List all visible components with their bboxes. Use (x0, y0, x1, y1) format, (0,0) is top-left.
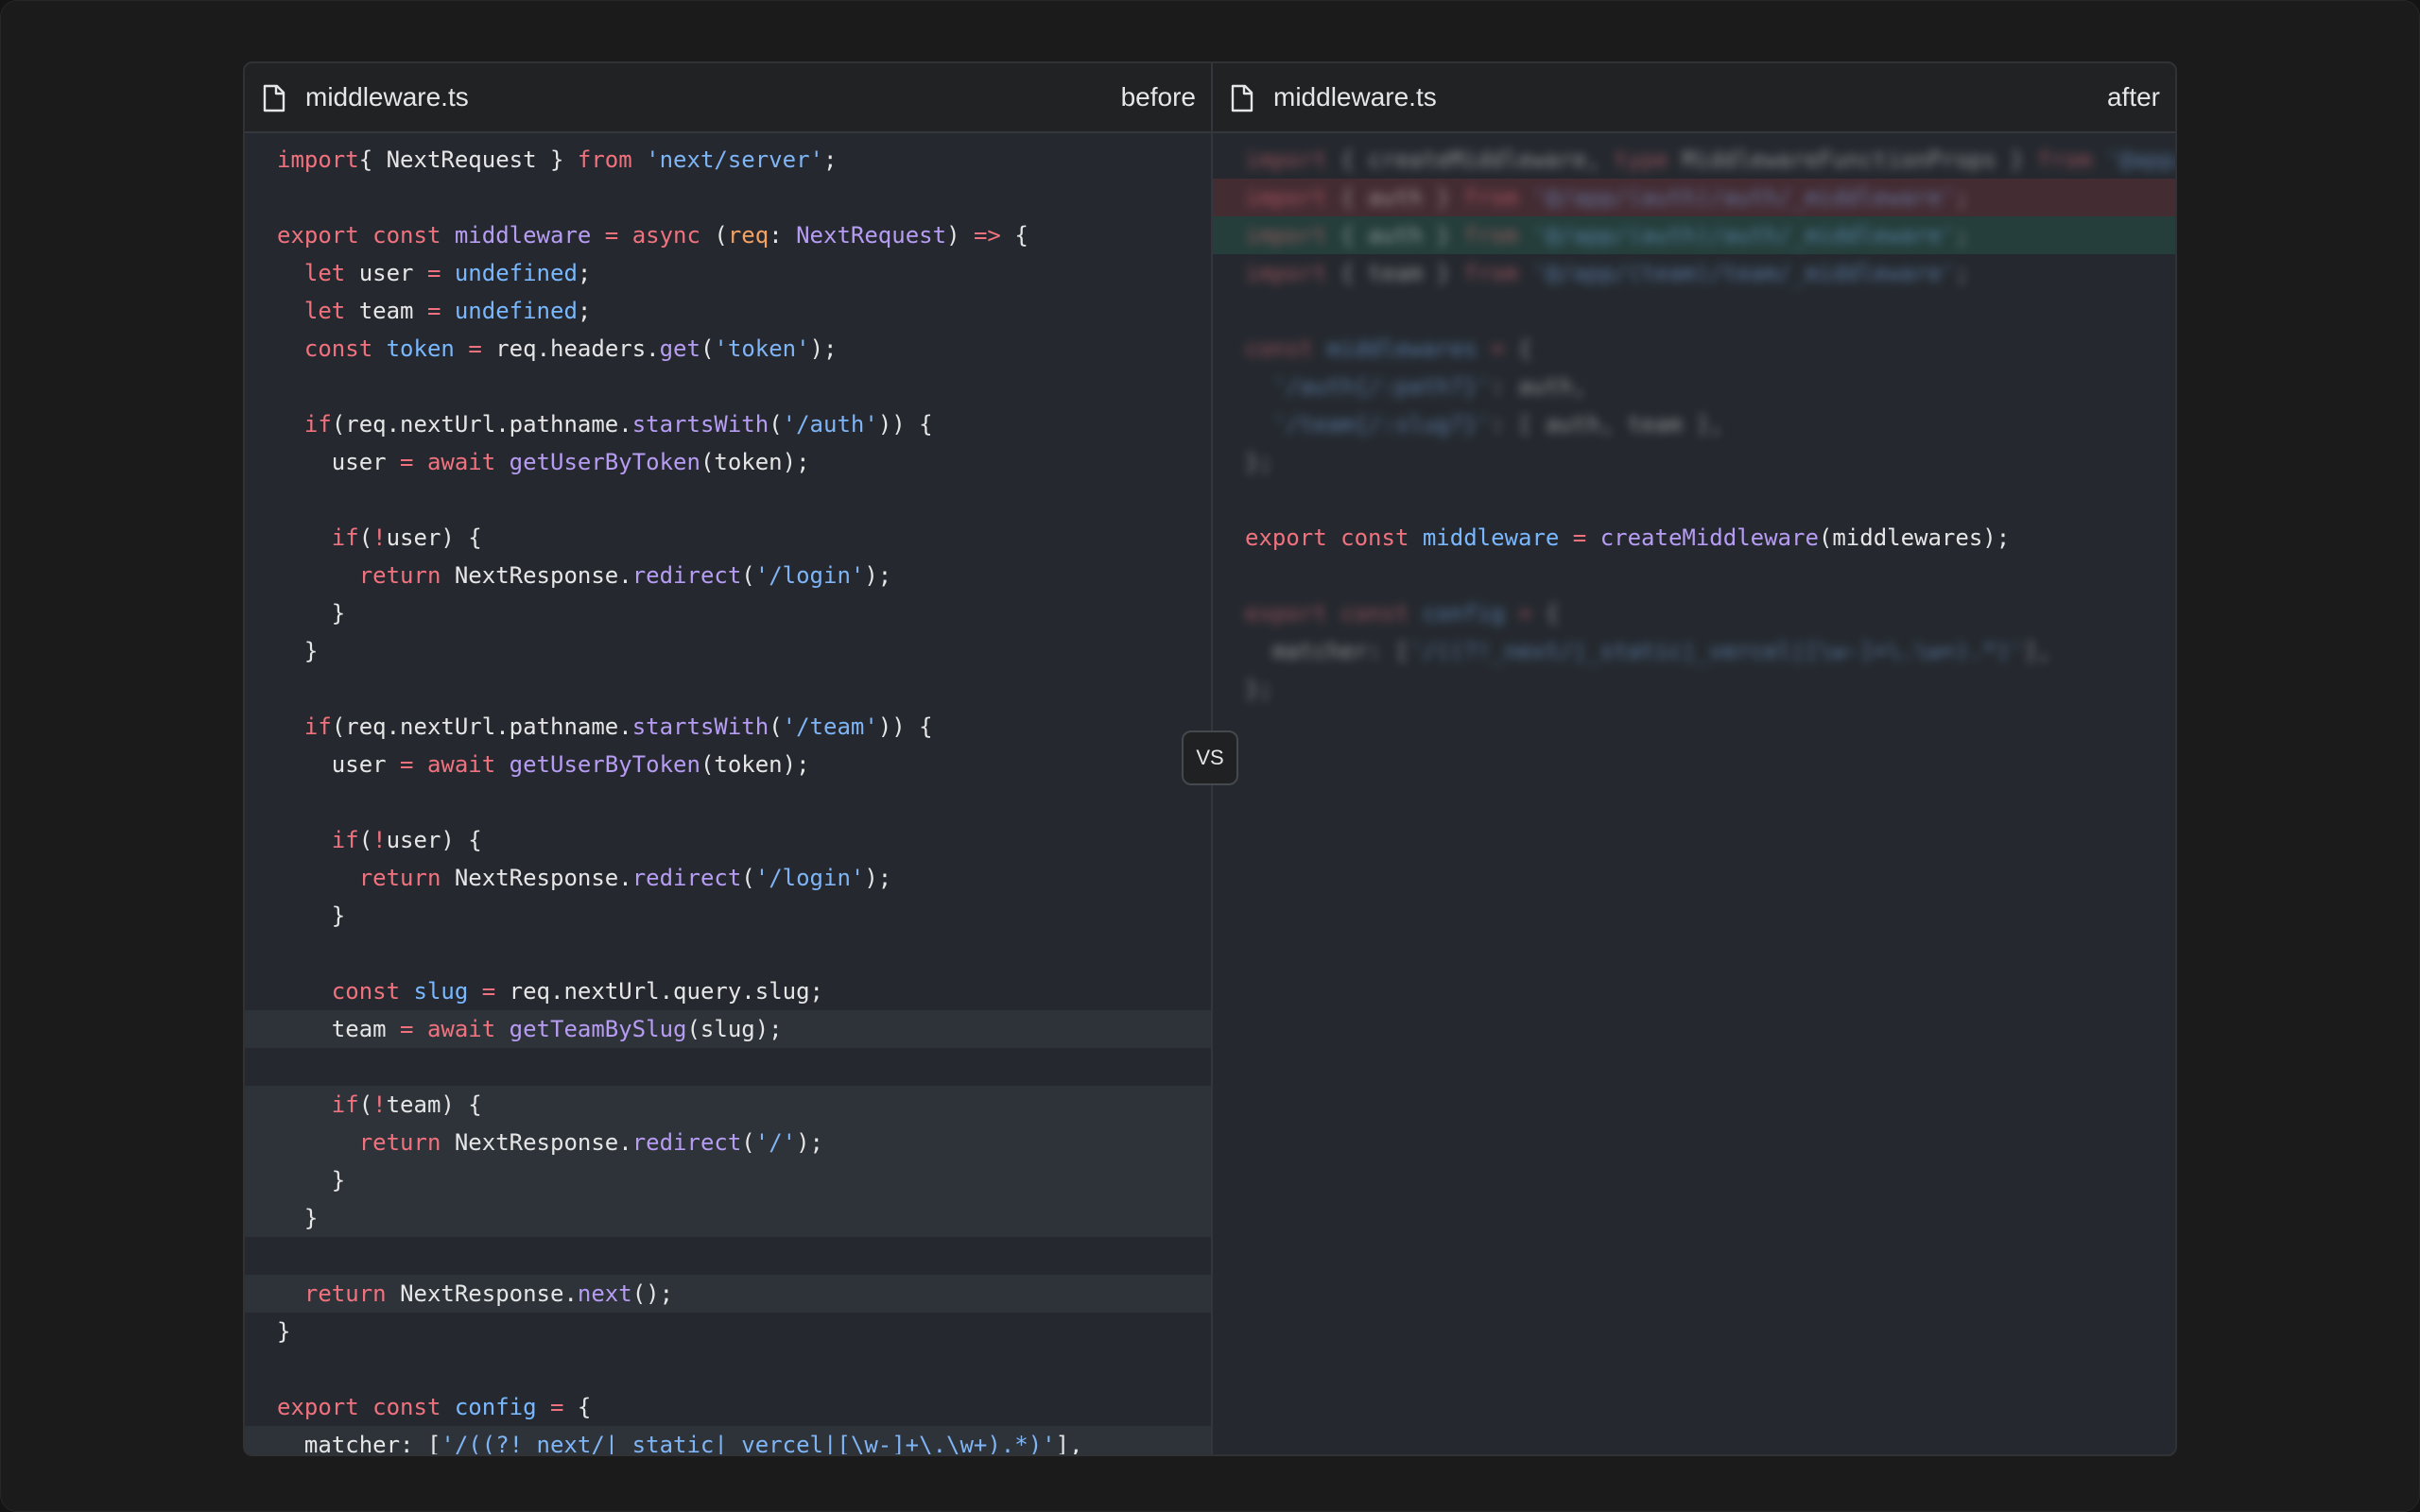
code-line: }; (1245, 449, 1272, 475)
after-header: middleware.ts after (1213, 63, 2175, 133)
code-line: } (277, 902, 346, 929)
code-line: const slug = req.nextUrl.query.slug; (331, 978, 823, 1005)
file-icon (1231, 84, 1253, 112)
after-label: after (2106, 82, 2160, 112)
code-line: const middlewares = { (1245, 335, 1532, 362)
code-line: import { team } from '@/app/(team)/team/… (1245, 260, 1969, 286)
code-line: matcher: ['/((?!_next/|_static|_vercel|[… (1245, 638, 2051, 664)
after-code[interactable]: import { createMiddleware, type Middlewa… (1213, 133, 2175, 1454)
code-line: user = await getUserByToken(token); (277, 751, 810, 778)
code-line: export const config = { (277, 1394, 592, 1420)
code-line: return NextResponse.redirect('/login'); (358, 562, 892, 589)
code-line: } (245, 1199, 1211, 1237)
code-line: if(!team) { (245, 1086, 1211, 1124)
file-name[interactable]: middleware.ts (1273, 81, 1437, 113)
code-line: } (277, 638, 319, 664)
code-line: let user = undefined; (303, 260, 592, 286)
before-code[interactable]: import{ NextRequest } from 'next/server'… (245, 133, 1211, 1454)
code-line: return NextResponse.redirect('/login'); (358, 865, 892, 891)
code-line: const token = req.headers.get('token'); (303, 335, 838, 362)
code-line: } (277, 600, 346, 627)
code-line: if(!user) { (331, 827, 482, 853)
vs-badge: VS (1182, 730, 1238, 785)
app-frame: middleware.ts before import{ NextRequest… (0, 0, 2420, 1512)
code-line: if(!user) { (331, 524, 482, 551)
after-pane: middleware.ts after import { createMiddl… (1211, 63, 2175, 1454)
before-label: before (1120, 82, 1196, 112)
code-line: if(req.nextUrl.pathname.startsWith('/tea… (303, 713, 933, 740)
code-line: '/team{/:slug?}': [ auth, team ], (1271, 411, 1723, 438)
code-line: } (277, 1318, 291, 1345)
before-header: middleware.ts before (245, 63, 1211, 133)
code-line: return NextResponse.redirect('/'); (245, 1124, 1211, 1161)
code-line: matcher: ['/((?!_next/|_static|_vercel|[… (245, 1426, 1211, 1454)
before-pane: middleware.ts before import{ NextRequest… (245, 63, 1211, 1454)
code-line: }; (1245, 676, 1272, 702)
code-line: import { auth } from '@/app/(auth)/auth/… (1213, 179, 2175, 216)
code-line: import { createMiddleware, type Middlewa… (1245, 146, 2175, 173)
code-line: export const middleware = async (req: Ne… (277, 222, 1028, 249)
code-line: let team = undefined; (303, 298, 592, 324)
code-line: import{ NextRequest } from 'next/server'… (277, 146, 838, 173)
code-line: } (245, 1161, 1211, 1199)
code-line: user = await getUserByToken(token); (277, 449, 810, 475)
code-line: import { auth } from '@/app/(auth)/auth/… (1213, 216, 2175, 254)
code-line: export const middleware = createMiddlewa… (1245, 524, 2011, 551)
file-name[interactable]: middleware.ts (305, 81, 469, 113)
code-line: export const config = { (1245, 600, 1560, 627)
file-icon (263, 84, 285, 112)
code-line: team = await getTeamBySlug(slug); (245, 1010, 1211, 1048)
code-line: '/auth{/:path?}': auth, (1271, 373, 1587, 400)
code-line: if(req.nextUrl.pathname.startsWith('/aut… (303, 411, 933, 438)
code-line: return NextResponse.next(); (245, 1275, 1211, 1313)
